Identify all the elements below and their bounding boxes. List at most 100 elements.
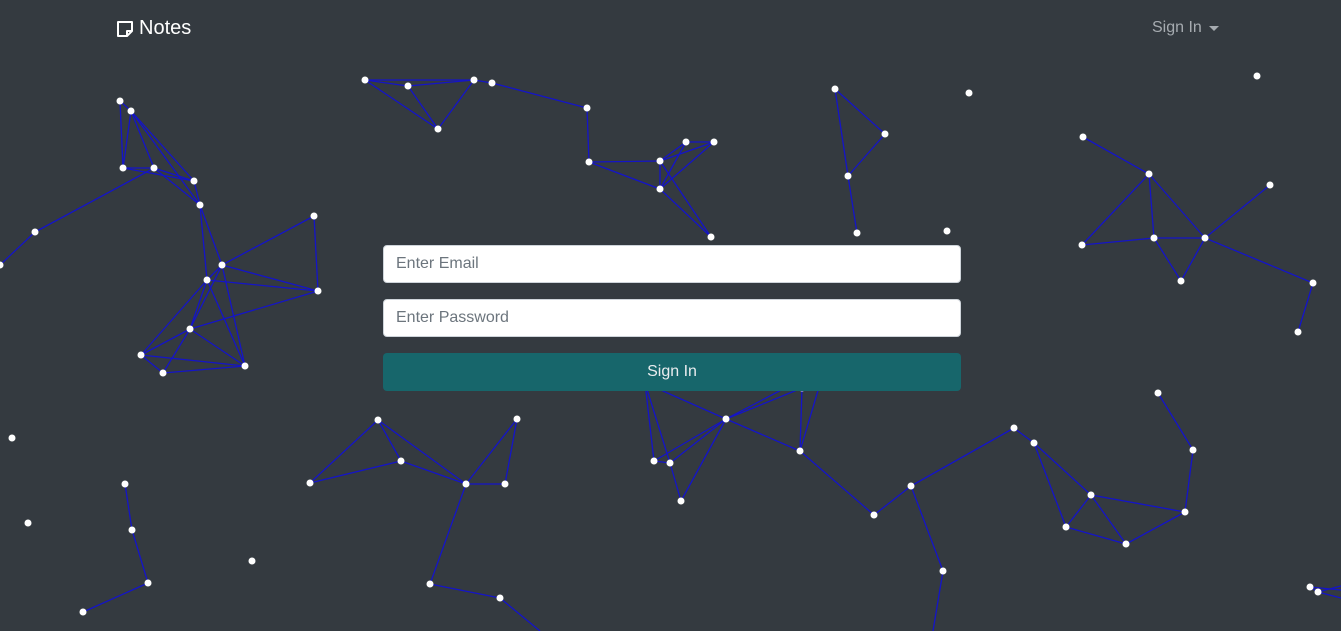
particle-link	[309, 419, 379, 484]
particle-dot	[137, 351, 145, 359]
particle-link	[1090, 494, 1186, 513]
particle-dot	[853, 229, 861, 237]
particle-link	[644, 382, 671, 464]
particle-link	[309, 460, 402, 484]
particle-dot	[116, 97, 124, 105]
particle-dot	[159, 369, 167, 377]
particle-dot	[707, 233, 715, 241]
particle-link	[659, 160, 712, 238]
signin-form: Sign In	[383, 245, 961, 391]
particle-link	[725, 387, 803, 420]
signin-submit-button[interactable]: Sign In	[383, 353, 961, 391]
particle-dot	[682, 138, 690, 146]
particle-dot	[1010, 424, 1018, 432]
particle-link	[499, 597, 541, 631]
particle-dot	[488, 79, 496, 87]
particle-dot	[434, 125, 442, 133]
particle-dot	[1062, 523, 1070, 531]
particle-link	[1013, 427, 1035, 444]
particle-link	[1081, 173, 1150, 246]
particle-link	[847, 175, 858, 234]
particle-link	[221, 264, 319, 292]
particle-dot	[870, 511, 878, 519]
particle-link	[834, 88, 849, 177]
particle-link	[140, 279, 208, 356]
particle-link	[659, 141, 715, 190]
particle-dot	[186, 325, 194, 333]
particle-link	[659, 141, 687, 162]
particle-link	[130, 110, 155, 169]
particle-link	[799, 387, 803, 452]
brand-link[interactable]: Notes	[116, 17, 191, 40]
particle-link	[669, 462, 682, 502]
particle-dot	[190, 177, 198, 185]
particle-dot	[1150, 234, 1158, 242]
particle-link	[124, 483, 133, 531]
particle-link	[437, 79, 475, 130]
particle-dot	[965, 89, 973, 97]
brand-label: Notes	[139, 17, 192, 39]
email-input[interactable]	[383, 245, 961, 283]
particle-dot	[677, 497, 685, 505]
particle-dot	[1309, 279, 1317, 287]
particle-link	[377, 419, 467, 485]
particle-dot	[361, 76, 369, 84]
particle-link	[1180, 237, 1206, 282]
particle-link	[82, 582, 149, 613]
particle-dot	[1087, 491, 1095, 499]
particle-link	[1184, 449, 1194, 513]
particle-link	[847, 133, 886, 177]
particle-dot	[666, 459, 674, 467]
particle-link	[834, 88, 886, 135]
particle-link	[1033, 442, 1067, 528]
particle-dot	[1181, 508, 1189, 516]
particle-link	[140, 354, 164, 374]
particle-link	[659, 141, 687, 190]
particle-link	[910, 427, 1015, 487]
particle-dot	[119, 164, 127, 172]
particle-link	[1065, 494, 1092, 528]
particle-link	[1082, 136, 1150, 175]
particle-dot	[150, 164, 158, 172]
particle-dot	[1122, 540, 1130, 548]
particle-link	[1153, 237, 1182, 282]
particle-dot	[710, 138, 718, 146]
particle-dot	[844, 172, 852, 180]
particle-link	[364, 79, 439, 130]
particle-dot	[31, 228, 39, 236]
particle-link	[162, 365, 246, 374]
particle-link	[189, 290, 319, 330]
particle-dot	[907, 482, 915, 490]
particle-link	[131, 529, 149, 584]
particle-dot	[1030, 439, 1038, 447]
particle-dot	[397, 457, 405, 465]
particle-dot	[722, 415, 730, 423]
particle-link	[588, 160, 661, 163]
particle-link	[34, 167, 155, 233]
particle-dot	[1266, 181, 1274, 189]
particle-link	[122, 110, 132, 169]
particle-link	[1033, 442, 1092, 496]
particle-link	[0, 231, 36, 266]
particle-link	[407, 85, 439, 130]
particle-dot	[248, 557, 256, 565]
particle-link	[1081, 237, 1155, 246]
particle-dot	[144, 579, 152, 587]
particle-link	[221, 215, 315, 266]
password-input[interactable]	[383, 299, 961, 337]
particle-dot	[939, 567, 947, 575]
particle-dot	[1201, 234, 1209, 242]
particle-dot	[314, 287, 322, 295]
particle-link	[644, 382, 655, 462]
particle-dot	[241, 362, 249, 370]
particle-link	[130, 110, 201, 206]
particle-dot	[462, 480, 470, 488]
particle-link	[119, 100, 124, 169]
particle-dot	[1314, 588, 1322, 596]
particle-link	[1297, 282, 1314, 333]
particle-dot	[656, 185, 664, 193]
particle-dot	[1079, 133, 1087, 141]
sticky-note-icon	[117, 20, 133, 37]
signin-dropdown-toggle[interactable]: Sign In	[1152, 19, 1219, 37]
particle-link	[932, 570, 944, 631]
